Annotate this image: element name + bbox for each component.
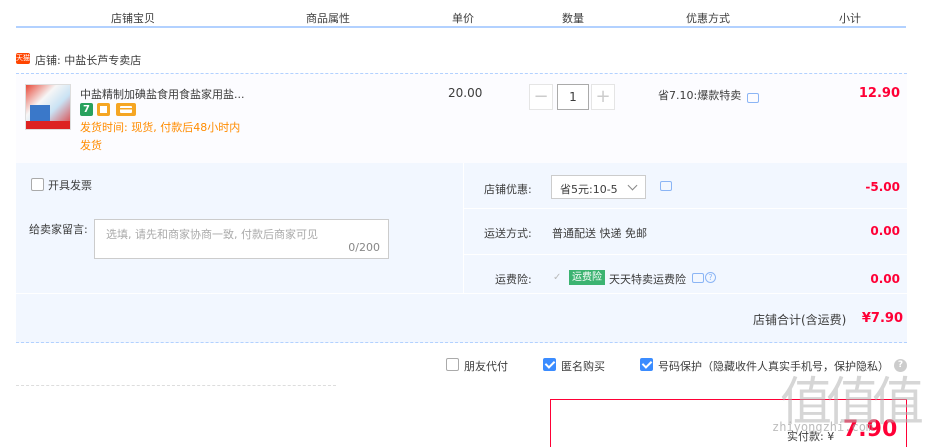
- chevron-down-icon: [627, 180, 638, 191]
- message-placeholder: 选填, 请先和商家协商一致, 付款后商家可见: [106, 228, 318, 241]
- shop-total-label: 店铺合计(含运费): [753, 313, 847, 327]
- message-label: 给卖家留言:: [29, 223, 88, 236]
- credit-card-icon: [116, 103, 136, 116]
- decrease-button[interactable]: −: [529, 84, 553, 110]
- number-protect-checkbox[interactable]: [640, 358, 653, 371]
- col-quantity: 数量: [562, 12, 584, 25]
- row-divider: [463, 254, 907, 255]
- shop-discount-amount: -5.00: [865, 180, 900, 194]
- col-discount: 优惠方式: [686, 12, 730, 25]
- product-thumbnail[interactable]: [25, 84, 71, 130]
- shop-total-value: ¥7.90: [861, 311, 903, 326]
- check-icon: ✓: [553, 272, 562, 283]
- help-icon[interactable]: ?: [705, 272, 716, 283]
- row-divider: [463, 208, 907, 209]
- row-divider: [16, 293, 907, 294]
- increase-button[interactable]: +: [591, 84, 615, 110]
- tmall-icon: 天猫: [16, 53, 30, 64]
- shop-discount-select[interactable]: 省5元:10-5: [551, 175, 646, 199]
- message-icon[interactable]: [660, 181, 672, 191]
- shipping-amount: 0.00: [870, 224, 900, 238]
- shop-discount-value: 省5元:10-5: [560, 183, 618, 196]
- insurance-amount: 0.00: [870, 272, 900, 286]
- message-icon[interactable]: [747, 93, 759, 103]
- item-subtotal: 12.90: [858, 86, 900, 101]
- message-counter: 0/200: [348, 241, 380, 254]
- insurance-name: 天天特卖运费险: [609, 273, 686, 286]
- anonymous-checkbox[interactable]: [543, 358, 556, 371]
- options-divider: [463, 163, 464, 293]
- shop-name[interactable]: 店铺: 中盐长芦专卖店: [35, 52, 141, 68]
- message-field[interactable]: 选填, 请先和商家协商一致, 付款后商家可见 0/200: [94, 219, 389, 259]
- seven-day-return-icon: 7: [80, 103, 93, 116]
- promo-text: 省7.10:爆款特卖: [658, 89, 742, 102]
- shop-discount-label: 店铺优惠:: [484, 183, 532, 196]
- insurance-tag: 运费险: [569, 270, 605, 285]
- header-divider: [16, 26, 906, 28]
- invoice-label: 开具发票: [48, 179, 92, 192]
- shipping-time: 发货时间: 现货, 付款后48小时内发货: [80, 121, 241, 152]
- col-shop-item: 店铺宝贝: [111, 12, 155, 25]
- col-attributes: 商品属性: [306, 12, 350, 25]
- anonymous-label: 匿名购买: [561, 360, 605, 373]
- message-icon[interactable]: [692, 273, 704, 283]
- friend-pay-checkbox[interactable]: [446, 358, 459, 371]
- product-title[interactable]: 中盐精制加碘盐食用食盐家用盐...: [80, 86, 245, 102]
- watermark-url: zhiyongzhi.com: [772, 420, 874, 434]
- shipping-label: 运送方式:: [484, 227, 532, 240]
- quantity-input[interactable]: 1: [557, 84, 589, 110]
- invoice-checkbox[interactable]: [31, 178, 44, 191]
- col-subtotal: 小计: [839, 12, 861, 25]
- unit-price: 20.00: [448, 86, 483, 100]
- col-unit-price: 单价: [452, 12, 474, 25]
- friend-pay-label: 朋友代付: [464, 360, 508, 373]
- guarantee-icon: [97, 103, 110, 116]
- insurance-label: 运费险:: [495, 273, 532, 286]
- divider: [16, 385, 336, 386]
- shipping-method: 普通配送 快递 免邮: [552, 227, 647, 240]
